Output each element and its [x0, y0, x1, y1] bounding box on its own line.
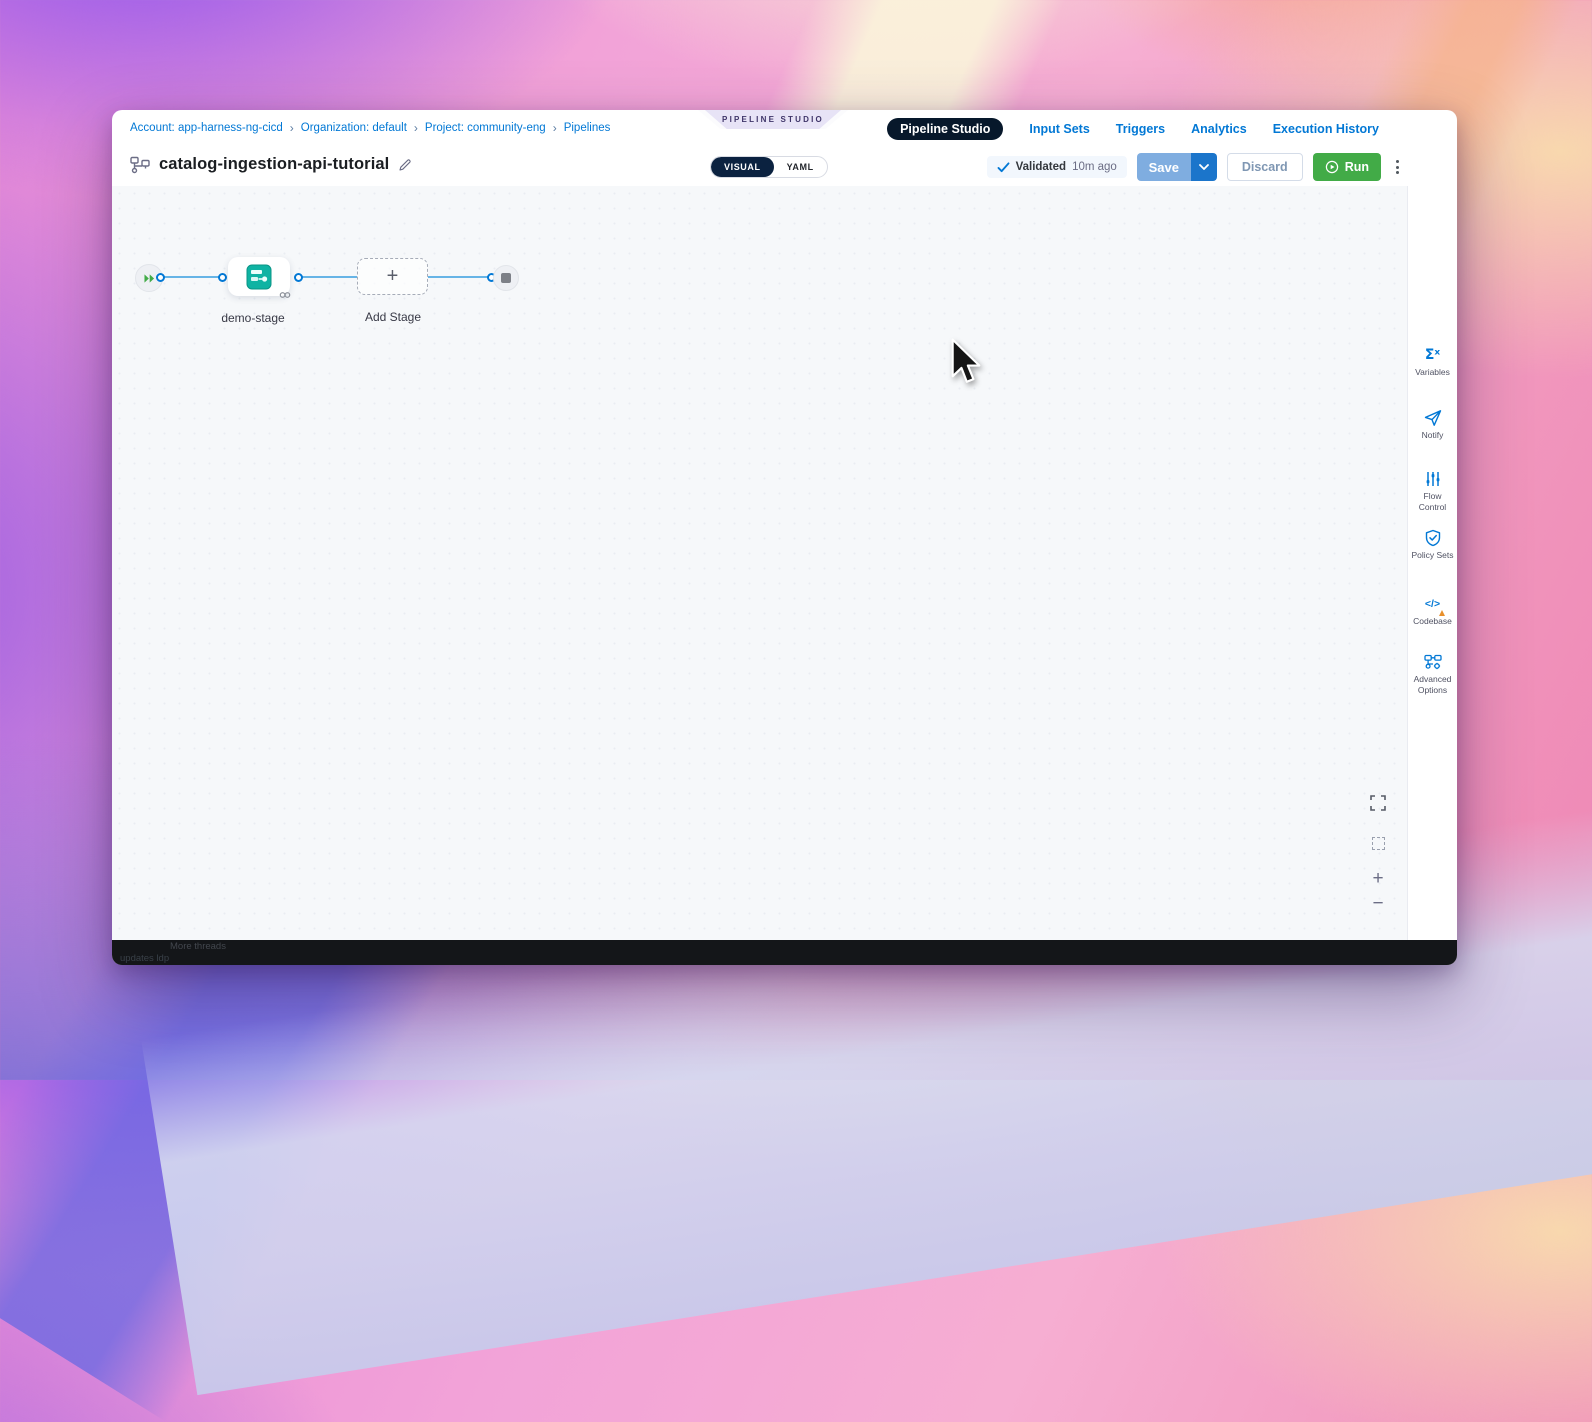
breadcrumb-account[interactable]: Account: app-harness-ng-cicd: [130, 122, 283, 134]
tab-execution-history[interactable]: Execution History: [1273, 122, 1379, 136]
pipeline-studio-window: Account: app-harness-ng-cicd › Organizat…: [112, 110, 1457, 965]
toggle-yaml[interactable]: YAML: [774, 157, 827, 177]
validated-time: 10m ago: [1072, 161, 1117, 173]
custom-stage-icon: [245, 263, 273, 291]
connector-endpoint[interactable]: [218, 273, 227, 282]
tab-analytics[interactable]: Analytics: [1191, 122, 1247, 136]
pipeline-end-node: [493, 265, 519, 291]
run-play-icon: [1325, 160, 1339, 174]
title-bar: catalog-ingestion-api-tutorial VISUAL YA…: [112, 148, 1457, 187]
connector-endpoint[interactable]: [156, 273, 165, 282]
zoom-out-button[interactable]: −: [1366, 892, 1390, 916]
discard-button[interactable]: Discard: [1227, 153, 1303, 181]
pipeline-canvas[interactable]: + demo-stage Add Stage + −: [112, 186, 1408, 940]
sigma-icon: Σˣ: [1425, 346, 1440, 364]
stage-label-add-stage: Add Stage: [338, 310, 448, 324]
connector-line: [162, 276, 224, 278]
run-label: Run: [1345, 160, 1369, 174]
sidebar-item-advanced-options[interactable]: Advanced Options: [1408, 653, 1457, 697]
stage-label-demo-stage: demo-stage: [198, 311, 308, 325]
breadcrumb-organization[interactable]: Organization: default: [301, 122, 407, 134]
connector-line: [428, 276, 492, 278]
chevron-down-icon: [1199, 164, 1209, 170]
stage-link-icon: [279, 290, 291, 300]
code-icon: </>: [1425, 595, 1440, 613]
breadcrumb-pipelines[interactable]: Pipelines: [564, 122, 611, 134]
more-options-button[interactable]: [1393, 156, 1402, 178]
pipeline-studio-badge: PIPELINE STUDIO: [705, 110, 841, 129]
breadcrumb-separator: ›: [414, 121, 418, 135]
shield-check-icon: [1424, 529, 1442, 547]
studio-top-nav: Pipeline Studio Input Sets Triggers Anal…: [887, 118, 1379, 140]
zoom-in-button[interactable]: +: [1366, 867, 1390, 891]
sidebar-item-label: Flow Control: [1410, 491, 1456, 514]
sidebar-item-notify[interactable]: Notify: [1408, 409, 1457, 441]
studio-right-sidebar: Σˣ Variables Notify Flow Control: [1407, 186, 1457, 940]
check-icon: [997, 162, 1010, 173]
pipeline-gear-icon: [1424, 653, 1442, 671]
paper-plane-icon: [1424, 409, 1442, 427]
fullscreen-button[interactable]: [1366, 791, 1390, 815]
sidebar-item-label: Advanced Options: [1410, 674, 1456, 697]
save-options-button[interactable]: [1191, 153, 1217, 181]
toggle-visual[interactable]: VISUAL: [711, 157, 774, 177]
add-stage-button[interactable]: +: [357, 258, 428, 295]
sidebar-item-policy-sets[interactable]: Policy Sets: [1408, 529, 1457, 561]
breadcrumb-separator: ›: [290, 121, 294, 135]
run-button[interactable]: Run: [1313, 153, 1381, 181]
warning-triangle-icon: [1439, 610, 1445, 616]
toolbar-actions: Validated 10m ago Save Discard Run: [987, 153, 1402, 181]
pipeline-title: catalog-ingestion-api-tutorial: [159, 155, 389, 174]
background-terminal-strip: More threads updates ldp: [112, 940, 1457, 965]
save-button[interactable]: Save: [1137, 153, 1191, 181]
validation-status: Validated 10m ago: [987, 156, 1127, 178]
breadcrumb-project[interactable]: Project: community-eng: [425, 122, 546, 134]
validated-label: Validated: [1016, 161, 1067, 173]
tab-input-sets[interactable]: Input Sets: [1029, 122, 1089, 136]
fit-to-screen-button[interactable]: [1366, 831, 1390, 855]
sidebar-item-variables[interactable]: Σˣ Variables: [1408, 346, 1457, 378]
sidebar-item-label: Codebase: [1410, 616, 1456, 627]
connector-endpoint[interactable]: [294, 273, 303, 282]
tab-pipeline-studio[interactable]: Pipeline Studio: [887, 118, 1003, 140]
sidebar-item-label: Policy Sets: [1410, 550, 1456, 561]
save-split-button: Save: [1137, 153, 1217, 181]
fit-square-icon: [1372, 837, 1385, 850]
edit-pencil-icon[interactable]: [398, 158, 412, 172]
stop-square-icon: [501, 273, 511, 283]
double-play-icon: [143, 273, 156, 284]
terminal-text-fragment: updates ldp: [120, 953, 169, 964]
fullscreen-icon: [1370, 795, 1386, 811]
stage-node-demo-stage[interactable]: [228, 257, 290, 296]
tab-triggers[interactable]: Triggers: [1116, 122, 1165, 136]
connector-line: [299, 276, 357, 278]
breadcrumb-separator: ›: [553, 121, 557, 135]
visual-yaml-toggle: VISUAL YAML: [710, 156, 828, 178]
pipeline-graph-icon: [130, 156, 150, 174]
sidebar-item-codebase[interactable]: </> Codebase: [1408, 595, 1457, 627]
terminal-text-fragment: More threads: [170, 941, 226, 952]
sliders-icon: [1424, 470, 1442, 488]
mouse-cursor: [950, 338, 982, 388]
sidebar-item-label: Variables: [1410, 367, 1456, 378]
sidebar-item-flow-control[interactable]: Flow Control: [1408, 470, 1457, 514]
breadcrumb: Account: app-harness-ng-cicd › Organizat…: [130, 121, 610, 135]
sidebar-item-label: Notify: [1410, 430, 1456, 441]
